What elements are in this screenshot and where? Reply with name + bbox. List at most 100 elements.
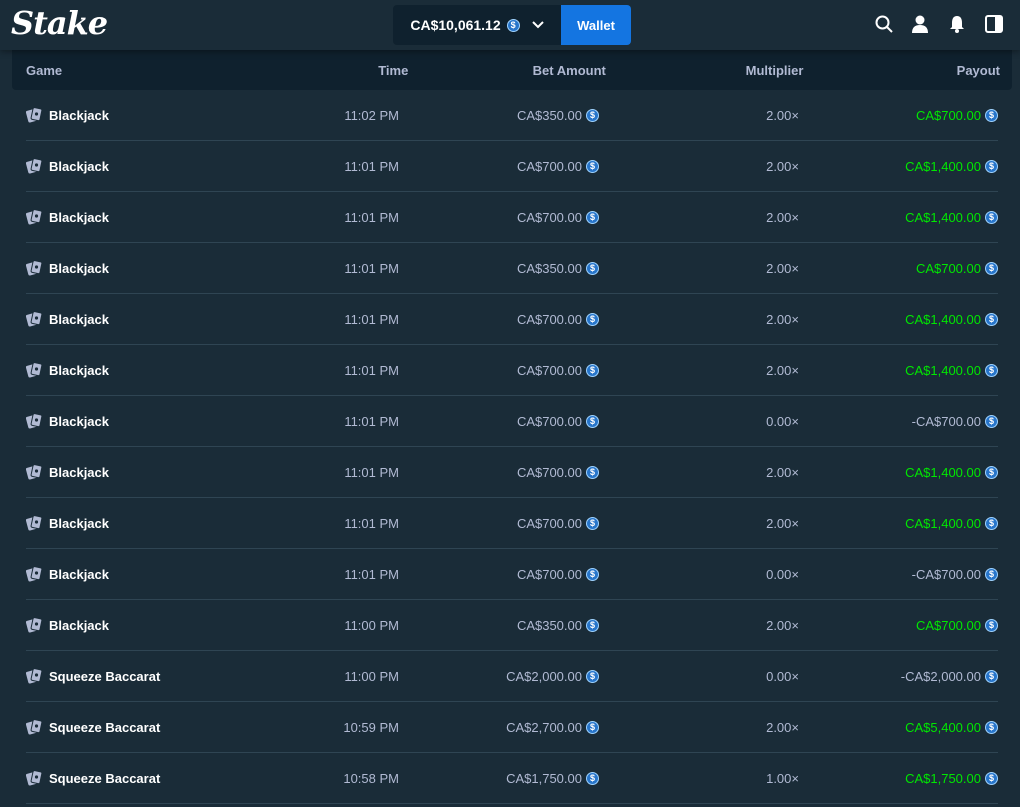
table-row[interactable]: Squeeze Baccarat 11:00 PM CA$2,000.00 $ 0… [25, 651, 998, 702]
user-icon[interactable] [911, 15, 931, 35]
game-name[interactable]: Blackjack [49, 618, 109, 633]
balance-dropdown[interactable]: CA$10,061.12 $ [393, 5, 561, 45]
usdc-coin-icon: $ [985, 618, 998, 632]
table-row[interactable]: Blackjack 11:01 PM CA$700.00 $ 2.00× CA$1… [25, 294, 998, 345]
game-name[interactable]: Squeeze Baccarat [49, 720, 160, 735]
table-row[interactable]: Blackjack 11:01 PM CA$700.00 $ 0.00× -CA$… [25, 549, 998, 600]
usdc-coin-icon: $ [586, 771, 599, 785]
game-name[interactable]: Blackjack [49, 312, 109, 327]
game-cell[interactable]: Blackjack [25, 566, 256, 582]
bet-amount-cell: CA$700.00 $ [399, 567, 599, 582]
usdc-coin-icon: $ [985, 312, 998, 326]
time-cell: 11:01 PM [344, 515, 399, 531]
stake-logo[interactable]: Stake [11, 4, 108, 42]
game-name[interactable]: Blackjack [49, 516, 109, 531]
usdc-coin-icon: $ [985, 465, 998, 479]
bet-amount: CA$700.00 [516, 464, 582, 480]
usdc-coin-icon: $ [586, 720, 599, 734]
game-name[interactable]: Blackjack [49, 159, 109, 174]
col-header-payout[interactable]: Payout [803, 63, 1012, 78]
multiplier-cell: 2.00× [766, 515, 799, 531]
game-cell[interactable]: Blackjack [25, 362, 256, 378]
payout-amount: CA$1,750.00 [905, 770, 981, 786]
blackjack-cards-icon [25, 566, 43, 582]
bet-amount: CA$700.00 [516, 209, 582, 225]
game-cell[interactable]: Blackjack [25, 413, 256, 429]
blackjack-cards-icon [25, 515, 43, 531]
baccarat-cards-icon [25, 770, 43, 786]
col-header-multiplier[interactable]: Multiplier [606, 63, 804, 78]
table-row[interactable]: Squeeze Baccarat 10:59 PM CA$2,700.00 $ 2… [25, 702, 998, 753]
blackjack-cards-icon [25, 617, 43, 633]
table-row[interactable]: Blackjack 11:01 PM CA$700.00 $ 2.00× CA$1… [25, 192, 998, 243]
payout-amount: -CA$700.00 [911, 413, 981, 429]
usdc-coin-icon: $ [586, 159, 599, 173]
sidebar-toggle-icon[interactable] [985, 15, 1005, 35]
col-header-bet-amount[interactable]: Bet Amount [408, 63, 606, 78]
game-cell[interactable]: Blackjack [25, 107, 256, 123]
wallet-button[interactable]: Wallet [561, 5, 631, 45]
col-header-time[interactable]: Time [239, 63, 408, 78]
payout-amount: CA$1,400.00 [905, 209, 981, 225]
multiplier-cell: 2.00× [766, 464, 799, 480]
table-row[interactable]: Blackjack 11:02 PM CA$350.00 $ 2.00× CA$7… [25, 90, 998, 141]
multiplier-cell: 2.00× [766, 209, 799, 225]
bet-amount: CA$350.00 [516, 107, 582, 123]
table-row[interactable]: Blackjack 11:01 PM CA$700.00 $ 2.00× CA$1… [25, 141, 998, 192]
payout-cell: CA$1,400.00 $ [799, 210, 998, 225]
game-name[interactable]: Blackjack [49, 465, 109, 480]
table-row[interactable]: Blackjack 11:00 PM CA$350.00 $ 2.00× CA$7… [25, 600, 998, 651]
game-name[interactable]: Blackjack [49, 363, 109, 378]
bet-amount-cell: CA$700.00 $ [399, 465, 599, 480]
bet-amount-cell: CA$1,750.00 $ [399, 771, 599, 786]
payout-cell: CA$700.00 $ [799, 618, 998, 633]
bet-amount: CA$700.00 [516, 362, 582, 378]
game-cell[interactable]: Squeeze Baccarat [25, 719, 256, 735]
bet-amount: CA$2,700.00 [506, 719, 582, 735]
baccarat-cards-icon [25, 668, 43, 684]
game-name[interactable]: Squeeze Baccarat [49, 771, 160, 786]
bet-amount-cell: CA$700.00 $ [399, 210, 599, 225]
table-row[interactable]: Blackjack 11:01 PM CA$700.00 $ 2.00× CA$1… [25, 345, 998, 396]
game-name[interactable]: Blackjack [49, 108, 109, 123]
game-name[interactable]: Blackjack [49, 210, 109, 225]
bet-amount-cell: CA$700.00 $ [399, 159, 599, 174]
table-body: Blackjack 11:02 PM CA$350.00 $ 2.00× CA$7… [12, 90, 1012, 804]
game-cell[interactable]: Blackjack [25, 209, 256, 225]
game-name[interactable]: Blackjack [49, 261, 109, 276]
payout-amount: CA$1,400.00 [905, 464, 981, 480]
game-cell[interactable]: Blackjack [25, 311, 256, 327]
game-cell[interactable]: Squeeze Baccarat [25, 770, 256, 786]
game-cell[interactable]: Blackjack [25, 464, 256, 480]
bets-table: Game Time Bet Amount Multiplier Payout B… [12, 50, 1012, 804]
usdc-coin-icon: $ [586, 414, 599, 428]
game-cell[interactable]: Blackjack [25, 617, 256, 633]
usdc-coin-icon: $ [586, 312, 599, 326]
game-name[interactable]: Blackjack [49, 567, 109, 582]
usdc-coin-icon: $ [985, 567, 998, 581]
bell-icon[interactable] [948, 15, 968, 35]
game-cell[interactable]: Blackjack [25, 260, 256, 276]
search-icon[interactable] [875, 15, 895, 35]
table-row[interactable]: Squeeze Baccarat 10:58 PM CA$1,750.00 $ 1… [25, 753, 998, 804]
table-row[interactable]: Blackjack 11:01 PM CA$700.00 $ 0.00× -CA$… [25, 396, 998, 447]
time-cell: 11:01 PM [344, 311, 399, 327]
usdc-coin-icon: $ [985, 516, 998, 530]
payout-amount: CA$1,400.00 [905, 158, 981, 174]
usdc-coin-icon: $ [985, 414, 998, 428]
blackjack-cards-icon [25, 107, 43, 123]
game-cell[interactable]: Blackjack [25, 515, 256, 531]
payout-amount: CA$1,400.00 [905, 515, 981, 531]
multiplier-cell: 2.00× [766, 362, 799, 378]
table-row[interactable]: Blackjack 11:01 PM CA$700.00 $ 2.00× CA$1… [25, 447, 998, 498]
payout-amount: CA$700.00 [915, 107, 981, 123]
table-row[interactable]: Blackjack 11:01 PM CA$700.00 $ 2.00× CA$1… [25, 498, 998, 549]
multiplier-cell: 0.00× [766, 566, 799, 582]
payout-amount: CA$5,400.00 [905, 719, 981, 735]
game-cell[interactable]: Blackjack [25, 158, 256, 174]
game-name[interactable]: Blackjack [49, 414, 109, 429]
game-name[interactable]: Squeeze Baccarat [49, 669, 160, 684]
game-cell[interactable]: Squeeze Baccarat [25, 668, 256, 684]
col-header-game[interactable]: Game [12, 63, 239, 78]
table-row[interactable]: Blackjack 11:01 PM CA$350.00 $ 2.00× CA$7… [25, 243, 998, 294]
